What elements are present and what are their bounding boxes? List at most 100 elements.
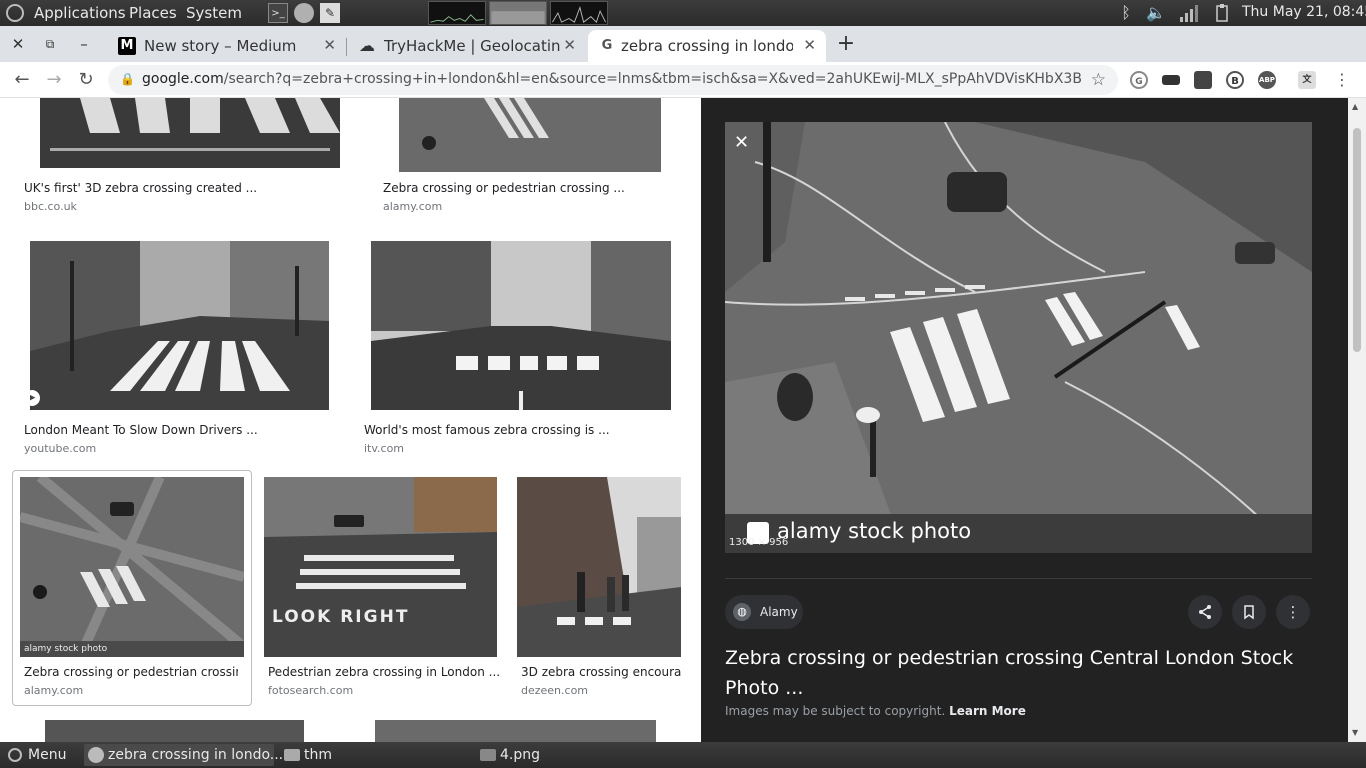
url-path: /search?q=zebra+crossing+in+london&hl=en…	[223, 71, 1082, 87]
result-source[interactable]: dezeen.com	[521, 684, 588, 697]
result-thumbnail[interactable]	[45, 720, 304, 742]
page-scrollbar[interactable]: ▲ ▼	[1348, 98, 1366, 742]
taskbar-item-thm[interactable]: thm	[280, 744, 460, 766]
taskbar-item-label: zebra crossing in londo...	[108, 747, 284, 763]
result-thumbnail[interactable]: LOOK RIGHT	[264, 477, 497, 657]
divider	[725, 578, 1312, 579]
bookmark-star-icon[interactable]: ☆	[1091, 70, 1106, 90]
bluetooth-icon[interactable]: ᛒ	[1116, 3, 1136, 23]
globe-icon: ◍	[733, 603, 751, 621]
chrome-icon	[88, 747, 104, 763]
window-close-icon[interactable]: ✕	[8, 34, 28, 54]
mask-extension-icon[interactable]	[1162, 75, 1180, 85]
text-editor-launcher-icon[interactable]: ✎	[320, 3, 340, 23]
tab-close-icon[interactable]: ✕	[563, 36, 576, 54]
result-caption[interactable]: UK's first' 3D zebra crossing created ..…	[24, 181, 257, 195]
result-caption[interactable]: Pedestrian zebra crossing in London ...	[268, 665, 500, 679]
result-thumbnail[interactable]	[40, 98, 340, 168]
preview-title[interactable]: Zebra crossing or pedestrian crossing Ce…	[725, 643, 1312, 703]
result-caption[interactable]: Zebra crossing or pedestrian crossing ..…	[383, 181, 625, 195]
result-thumbnail-selected[interactable]: alamy stock photo	[20, 477, 244, 657]
tab-title: TryHackMe | Geolocating	[384, 37, 560, 55]
chrome-menu-icon[interactable]: ⋮	[1330, 68, 1354, 92]
save-bookmark-button[interactable]	[1232, 595, 1266, 629]
network-signal-icon[interactable]	[1178, 3, 1198, 23]
forward-arrow-icon[interactable]: →	[42, 68, 66, 92]
reload-icon[interactable]: ↻	[74, 68, 98, 92]
result-caption[interactable]: Zebra crossing or pedestrian crossin...	[24, 665, 238, 679]
taskbar-item-chrome[interactable]: zebra crossing in londo...	[84, 744, 283, 766]
system-menu[interactable]: System	[186, 4, 242, 22]
source-site-name: Alamy	[760, 605, 798, 619]
image-icon	[480, 749, 496, 761]
scrollbar-thumb[interactable]	[1353, 128, 1361, 352]
applications-menu[interactable]: Applications	[34, 4, 126, 22]
firefox-launcher-icon[interactable]	[294, 3, 314, 23]
volume-icon[interactable]: 🔈	[1146, 3, 1166, 23]
image-dimensions: 1300 × 956	[729, 537, 789, 548]
result-source[interactable]: alamy.com	[24, 684, 83, 697]
more-options-button[interactable]: ⋮	[1276, 595, 1310, 629]
back-arrow-icon[interactable]: ←	[10, 68, 34, 92]
url-text[interactable]: google.com/search?q=zebra+crossing+in+lo…	[142, 71, 1082, 87]
terminal-launcher-icon[interactable]: >_	[268, 3, 288, 23]
folder-icon	[284, 749, 300, 761]
places-menu[interactable]: Places	[129, 4, 177, 22]
share-button[interactable]	[1188, 595, 1222, 629]
adblock-extension-icon[interactable]: ABP	[1258, 71, 1276, 89]
grammarly-extension-icon[interactable]: G	[1130, 71, 1148, 89]
address-bar[interactable]: 🔒 google.com/search?q=zebra+crossing+in+…	[108, 65, 1118, 95]
source-site-chip[interactable]: ◍ Alamy	[725, 595, 803, 629]
close-preview-icon[interactable]: ✕	[734, 132, 749, 153]
menu-label: Menu	[28, 747, 67, 763]
taskbar-item-label: thm	[304, 747, 332, 763]
memory-monitor-graph	[489, 1, 547, 25]
result-caption[interactable]: 3D zebra crossing encoura...	[521, 665, 681, 679]
scroll-up-icon[interactable]: ▲	[1352, 102, 1358, 111]
network-monitor-graph	[550, 1, 608, 25]
result-source[interactable]: youtube.com	[24, 442, 96, 455]
result-thumbnail[interactable]	[371, 241, 671, 410]
copyright-text: Images may be subject to copyright.	[725, 704, 946, 718]
navigation-bar: ← → ↻ 🔒 google.com/search?q=zebra+crossi…	[0, 62, 1366, 98]
tab-title: New story – Medium	[144, 37, 297, 55]
scroll-down-icon[interactable]: ▼	[1352, 728, 1358, 737]
taskbar-item-png[interactable]: 4.png	[476, 744, 656, 766]
distro-logo-icon[interactable]	[6, 4, 24, 22]
result-source[interactable]: fotosearch.com	[268, 684, 353, 697]
thumbnail-watermark: alamy stock photo	[24, 644, 108, 654]
tab-tryhackme[interactable]: ☁ TryHackMe | Geolocating ✕	[348, 30, 586, 62]
window-restore-icon[interactable]: ⧉	[40, 34, 60, 54]
start-menu-button[interactable]: Menu	[4, 744, 74, 766]
result-caption[interactable]: London Meant To Slow Down Drivers ...	[24, 423, 258, 437]
road-marking-text: LOOK RIGHT	[272, 607, 410, 627]
tab-title: zebra crossing in london -	[621, 37, 793, 55]
result-thumbnail[interactable]	[375, 720, 656, 742]
preview-image[interactable]: alamy stock photo	[725, 122, 1312, 553]
result-thumbnail[interactable]: ▶	[30, 241, 329, 410]
cpu-monitor-graph	[428, 1, 486, 25]
tab-google-images[interactable]: G zebra crossing in london - ✕	[588, 30, 826, 62]
clipboard-icon[interactable]	[1212, 3, 1232, 23]
new-tab-button[interactable]: +	[836, 33, 856, 55]
fox-extension-icon[interactable]	[1194, 71, 1212, 89]
image-results-grid: UK's first' 3D zebra crossing created ..…	[0, 98, 700, 742]
tab-close-icon[interactable]: ✕	[323, 36, 336, 54]
lock-icon[interactable]: 🔒	[120, 72, 135, 86]
clock[interactable]: Thu May 21, 08:45	[1242, 4, 1366, 20]
result-thumbnail[interactable]	[517, 477, 681, 657]
result-thumbnail[interactable]	[399, 98, 661, 172]
result-source[interactable]: alamy.com	[383, 200, 442, 213]
translate-extension-icon[interactable]: 文	[1298, 71, 1316, 89]
b-extension-icon[interactable]: B	[1226, 71, 1244, 89]
system-top-panel: Applications Places System >_ ✎ ᛒ 🔈 Thu …	[0, 0, 1366, 26]
result-source[interactable]: itv.com	[364, 442, 404, 455]
tab-medium[interactable]: M New story – Medium ✕	[108, 30, 346, 62]
window-minimize-icon[interactable]: –	[74, 34, 94, 54]
learn-more-link[interactable]: Learn More	[949, 704, 1026, 718]
menu-logo-icon	[8, 748, 22, 762]
taskbar-item-label: 4.png	[500, 747, 541, 763]
tab-close-icon[interactable]: ✕	[803, 36, 816, 54]
result-source[interactable]: bbc.co.uk	[24, 200, 77, 213]
result-caption[interactable]: World's most famous zebra crossing is ..…	[364, 423, 610, 437]
